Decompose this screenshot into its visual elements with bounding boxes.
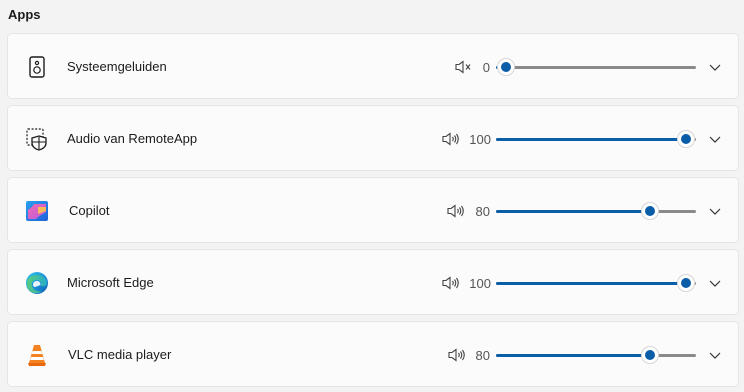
copilot-icon	[24, 198, 50, 224]
app-name: Copilot	[69, 203, 110, 218]
apps-section-title: Apps	[8, 7, 41, 22]
volume-value: 0	[482, 60, 490, 75]
chevron-down-icon[interactable]	[708, 204, 724, 218]
app-row-vlc-media-player[interactable]: VLC media player 80	[7, 321, 739, 387]
volume-value: 100	[469, 132, 491, 147]
volume-value: 100	[469, 276, 491, 291]
app-name: Audio van RemoteApp	[67, 131, 198, 146]
slider-thumb[interactable]	[642, 203, 658, 219]
volume-slider[interactable]	[496, 203, 696, 219]
slider-fill	[496, 354, 650, 357]
volume-slider[interactable]	[496, 59, 696, 75]
slider-thumb[interactable]	[678, 275, 694, 291]
chevron-down-icon[interactable]	[708, 348, 724, 362]
chevron-down-icon[interactable]	[708, 276, 724, 290]
volume-value: 80	[475, 204, 490, 219]
slider-track	[496, 66, 696, 69]
app-name: Systeemgeluiden	[67, 59, 167, 74]
volume-slider[interactable]	[496, 131, 696, 147]
remoteapp-shield-icon	[24, 126, 50, 152]
slider-fill	[496, 210, 650, 213]
chevron-down-icon[interactable]	[708, 60, 724, 74]
volume-slider[interactable]	[496, 275, 696, 291]
app-row-systeemgeluiden[interactable]: Systeemgeluiden 0	[7, 33, 739, 99]
slider-thumb[interactable]	[498, 59, 514, 75]
chevron-down-icon[interactable]	[708, 132, 724, 146]
slider-fill	[496, 138, 686, 141]
app-row-microsoft-edge[interactable]: Microsoft Edge 100	[7, 249, 739, 315]
volume-slider[interactable]	[496, 347, 696, 363]
app-row-copilot[interactable]: Copilot 80	[7, 177, 739, 243]
app-name: Microsoft Edge	[67, 275, 154, 290]
volume-value: 80	[475, 348, 490, 363]
slider-fill	[496, 282, 686, 285]
speaker-device-icon	[24, 54, 50, 80]
volume-icon[interactable]	[442, 132, 460, 146]
slider-thumb[interactable]	[678, 131, 694, 147]
app-row-audio-van-remoteapp[interactable]: Audio van RemoteApp 100	[7, 105, 739, 171]
slider-thumb[interactable]	[642, 347, 658, 363]
app-name: VLC media player	[68, 347, 172, 362]
vlc-cone-icon	[24, 342, 50, 368]
volume-icon[interactable]	[442, 276, 460, 290]
edge-icon	[24, 270, 50, 296]
